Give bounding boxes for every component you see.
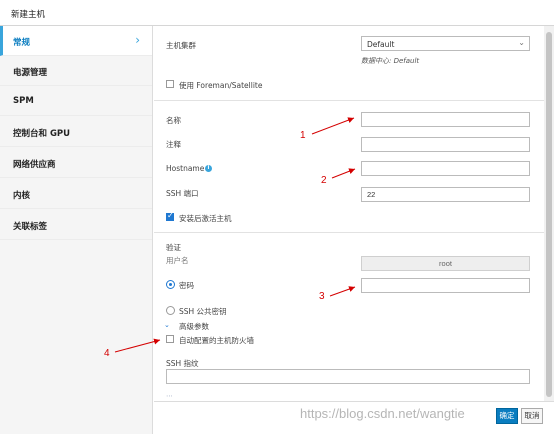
chevron-right-icon: › [135,33,140,47]
advanced-toggle[interactable]: 高级参数 [179,321,209,332]
sidebar-item-label: 网络供应商 [13,160,56,170]
annotation-number: 4 [104,348,110,359]
cancel-button[interactable]: 取消 [521,408,543,424]
sidebar-item-power-management[interactable]: 电源管理 [0,56,152,86]
ssh-port-label: SSH 端口 [166,189,199,198]
fingerprint-label: SSH 指纹 [166,359,199,368]
faded-text: ⋯ [166,392,173,400]
cluster-select-value: Default [367,40,395,49]
fingerprint-input[interactable] [166,369,530,384]
cluster-select[interactable]: Default ⌄ [361,36,530,51]
name-label: 名称 [166,116,181,125]
datacenter-hint: 数据中心: Default [361,57,420,65]
activate-checkbox[interactable] [166,211,174,221]
firewall-label: 自动配置的主机防火墙 [179,336,254,345]
form-content: 主机集群 Default ⌄ 数据中心: Default 使用 Foreman/… [154,26,544,401]
password-radio[interactable] [166,280,175,289]
watermark-text: https://blog.csdn.net/wangtie [300,406,465,421]
chevron-down-icon: ⌄ [164,321,170,329]
ok-button[interactable]: 确定 [496,408,518,424]
username-input [361,256,530,271]
annotation-number: 2 [321,175,327,186]
chevron-down-icon: ⌄ [518,38,525,47]
hostname-input[interactable] [361,161,530,176]
hostname-label: Hostname [166,164,205,173]
sidebar-item-label: 关联标签 [13,222,48,232]
sidebar-item-affinity-labels[interactable]: 关联标签 [0,210,152,240]
foreman-label: 使用 Foreman/Satellite [179,81,263,90]
sidebar-item-kernel[interactable]: 内核 [0,179,152,209]
sidebar-item-label: SPM [13,96,34,106]
foreman-checkbox[interactable] [166,80,174,88]
password-input[interactable] [361,278,530,293]
scrollbar-thumb[interactable] [546,32,552,397]
info-icon[interactable]: i [205,165,212,172]
sidebar: 常规 › 电源管理 SPM 控制台和 GPU 网络供应商 内核 关联标签 [0,26,153,434]
sidebar-item-network-provider[interactable]: 网络供应商 [0,148,152,178]
annotation-number: 3 [319,291,325,302]
ssh-key-label: SSH 公共密钥 [179,307,227,316]
firewall-checkbox[interactable] [166,335,174,343]
dialog-title: 新建主机 [11,10,46,20]
sidebar-item-label: 电源管理 [13,68,48,78]
sidebar-item-label: 控制台和 GPU [13,129,71,139]
annotation-number: 1 [300,130,306,141]
sidebar-item-spm[interactable]: SPM [0,86,152,116]
comment-label: 注释 [166,140,181,149]
auth-section-label: 验证 [166,243,181,252]
comment-input[interactable] [361,137,530,152]
activate-label: 安装后激活主机 [179,214,232,223]
username-label: 用户名 [166,256,189,265]
sidebar-item-label: 常规 [13,38,31,48]
name-input[interactable] [361,112,530,127]
ssh-port-input[interactable] [361,187,530,202]
password-label: 密码 [179,281,194,290]
divider [154,100,544,101]
dialog-titlebar: 新建主机 [0,0,554,26]
sidebar-item-console-gpu[interactable]: 控制台和 GPU [0,117,152,147]
scrollbar[interactable] [544,26,554,401]
sidebar-item-general[interactable]: 常规 › [0,26,152,56]
ssh-key-radio[interactable] [166,306,175,315]
divider [154,232,544,233]
cluster-label: 主机集群 [166,41,196,50]
sidebar-item-label: 内核 [13,191,31,201]
